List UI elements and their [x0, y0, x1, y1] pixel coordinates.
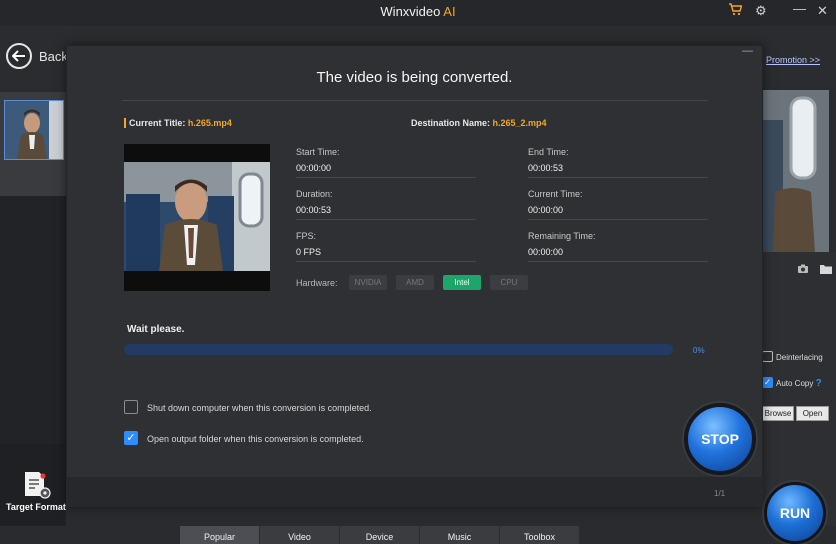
- browse-button[interactable]: Browse: [762, 406, 794, 421]
- current-time-value: 00:00:00: [528, 205, 564, 215]
- cart-icon[interactable]: [728, 3, 743, 19]
- hardware-nvidia-chip[interactable]: NVIDIA: [349, 275, 387, 290]
- back-label[interactable]: Back: [39, 49, 68, 64]
- close-icon[interactable]: ✕: [817, 3, 828, 19]
- start-time-value: 00:00:00: [296, 163, 332, 173]
- current-title-marker: [124, 118, 126, 128]
- gear-icon[interactable]: ⚙: [755, 3, 767, 19]
- video-preview-image: [124, 162, 270, 271]
- title-bar: Winxvideo AI ⚙ — ✕: [0, 0, 836, 26]
- remaining-time-label: Remaining Time:: [528, 231, 596, 241]
- app-title-main: Winxvideo: [380, 4, 441, 19]
- app-title: Winxvideo AI: [0, 4, 836, 19]
- page-indicator: 1/1: [714, 489, 726, 498]
- duration-label: Duration:: [296, 189, 333, 199]
- wait-message: Wait please.: [127, 324, 185, 335]
- thumbnail-image: [5, 101, 63, 159]
- tab-popular[interactable]: Popular: [180, 526, 260, 544]
- fps-value: 0 FPS: [296, 247, 322, 257]
- current-title-label: Current Title:: [129, 118, 186, 128]
- target-format-icon[interactable]: [22, 470, 52, 500]
- right-preview-image: [763, 90, 829, 252]
- auto-copy-label: Auto Copy ?: [776, 378, 822, 389]
- tab-music[interactable]: Music: [420, 526, 500, 544]
- open-folder-label[interactable]: Open output folder when this conversion …: [147, 434, 364, 444]
- video-thumbnail[interactable]: [4, 100, 64, 160]
- auto-copy-text: Auto Copy: [776, 379, 814, 388]
- divider: [528, 261, 708, 262]
- current-title: Current Title: h.265.mp4: [129, 118, 232, 128]
- end-time-value: 00:00:53: [528, 163, 564, 173]
- app-title-accent: AI: [443, 4, 456, 19]
- fps-label: FPS:: [296, 231, 317, 241]
- open-folder-checkbox[interactable]: ✓: [124, 431, 138, 445]
- camera-icon[interactable]: [797, 264, 809, 277]
- open-button[interactable]: Open: [796, 406, 829, 421]
- divider: [528, 219, 708, 220]
- title-divider: [122, 100, 708, 101]
- current-time-label: Current Time:: [528, 189, 583, 199]
- auto-copy-checkbox[interactable]: ✓: [762, 377, 773, 388]
- tab-toolbox[interactable]: Toolbox: [500, 526, 580, 544]
- divider: [296, 219, 476, 220]
- promotion-link[interactable]: Promotion >>: [766, 55, 820, 65]
- hardware-cpu-chip[interactable]: CPU: [490, 275, 528, 290]
- dialog-minimize-icon[interactable]: —: [742, 45, 753, 57]
- left-panel-lower: [0, 196, 66, 444]
- destination-name: Destination Name: h.265_2.mp4: [411, 118, 547, 128]
- hardware-intel-chip[interactable]: Intel: [443, 275, 481, 290]
- end-time-label: End Time:: [528, 147, 569, 157]
- target-format-label: Target Format: [6, 502, 66, 512]
- destination-label: Destination Name:: [411, 118, 491, 128]
- help-icon[interactable]: ?: [816, 378, 822, 389]
- back-button[interactable]: [6, 43, 32, 69]
- deinterlacing-label: Deinterlacing: [776, 353, 823, 362]
- destination-value: h.265_2.mp4: [492, 118, 547, 128]
- progress-percent: 0%: [693, 346, 705, 355]
- progress-bar: [124, 344, 673, 355]
- tab-video[interactable]: Video: [260, 526, 340, 544]
- remaining-time-value: 00:00:00: [528, 247, 564, 257]
- dialog-footer: [66, 477, 763, 507]
- hardware-amd-chip[interactable]: AMD: [396, 275, 434, 290]
- folder-icon[interactable]: [820, 264, 832, 277]
- stop-button[interactable]: STOP: [684, 403, 756, 475]
- dialog-title: The video is being converted.: [316, 69, 513, 86]
- start-time-label: Start Time:: [296, 147, 340, 157]
- shutdown-checkbox[interactable]: [124, 400, 138, 414]
- run-button[interactable]: RUN: [764, 482, 826, 544]
- back-arrow-icon: [12, 50, 25, 62]
- divider: [296, 177, 476, 178]
- tab-device[interactable]: Device: [340, 526, 420, 544]
- divider: [296, 261, 476, 262]
- divider: [528, 177, 708, 178]
- minimize-icon[interactable]: —: [793, 1, 806, 16]
- duration-value: 00:00:53: [296, 205, 332, 215]
- shutdown-label[interactable]: Shut down computer when this conversion …: [147, 403, 372, 413]
- format-category-tabs: Popular Video Device Music Toolbox: [180, 526, 580, 544]
- current-title-value: h.265.mp4: [187, 118, 232, 128]
- hardware-label: Hardware:: [296, 278, 338, 288]
- deinterlacing-checkbox[interactable]: [762, 351, 773, 362]
